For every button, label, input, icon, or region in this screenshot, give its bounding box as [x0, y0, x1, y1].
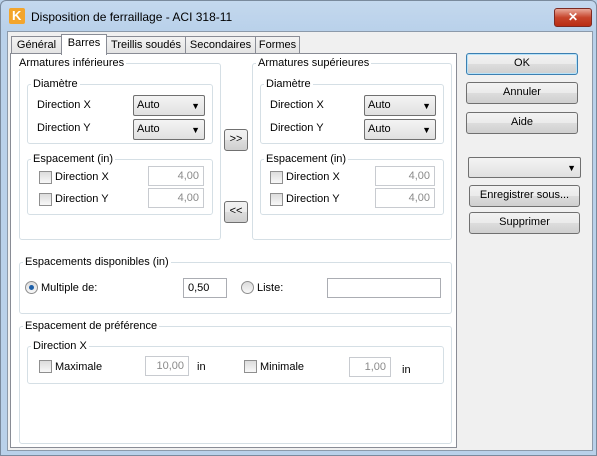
preference-direction-x-title: Direction X — [31, 340, 89, 352]
multiple-de-field[interactable]: 0,50 — [183, 278, 227, 298]
espacement-inf-dir-x-checkbox[interactable] — [39, 171, 52, 184]
preset-select[interactable]: ▼ — [468, 157, 581, 178]
diametre-sup-dir-y-value: Auto — [368, 123, 391, 135]
enregistrer-sous-button[interactable]: Enregistrer sous... — [469, 185, 580, 207]
espacement-inf-dir-y-label: Direction Y — [55, 193, 109, 205]
espacement-inf-dir-x-label: Direction X — [55, 171, 109, 183]
minimale-field[interactable]: 1,00 — [349, 357, 391, 377]
diametre-sup-dir-y-select[interactable]: Auto ▼ — [364, 119, 436, 140]
liste-label: Liste: — [257, 282, 284, 294]
tab-treillis-soudes[interactable]: Treillis soudés — [106, 36, 186, 54]
tab-general[interactable]: Général — [11, 36, 62, 54]
supprimer-button[interactable]: Supprimer — [469, 212, 580, 234]
diametre-inf-dir-x-value: Auto — [137, 99, 160, 111]
diametre-sup-dir-x-select[interactable]: Auto ▼ — [364, 95, 436, 116]
tab-formes[interactable]: Formes — [255, 36, 300, 54]
espacement-sup-title: Espacement (in) — [264, 153, 349, 165]
multiple-de-label: Multiple de: — [41, 282, 98, 294]
maximale-label: Maximale — [55, 361, 103, 373]
dialog-window: Disposition de ferraillage - ACI 318-11 … — [0, 0, 597, 456]
multiple-de-value: 0,50 — [188, 282, 210, 294]
liste-field[interactable] — [327, 278, 441, 298]
tab-barres[interactable]: Barres — [61, 34, 107, 55]
maximale-unit: in — [197, 361, 206, 373]
minimale-label: Minimale — [260, 361, 305, 373]
app-logo-icon — [9, 8, 25, 24]
diametre-inf-title: Diamètre — [31, 78, 80, 90]
espacement-sup-dir-x-label: Direction X — [286, 171, 340, 183]
maximale-checkbox[interactable] — [39, 360, 52, 373]
dropdown-arrow-icon: ▼ — [191, 101, 200, 111]
close-button[interactable]: ✕ — [554, 8, 592, 27]
window-title: Disposition de ferraillage - ACI 318-11 — [31, 10, 233, 24]
espacement-preference-title: Espacement de préférence — [23, 320, 160, 332]
dropdown-arrow-icon: ▼ — [567, 163, 576, 173]
armatures-inferieures-title: Armatures inférieures — [17, 57, 127, 69]
espacement-inf-dir-x-field[interactable]: 4,00 — [148, 166, 204, 186]
espacement-sup-dir-y-field[interactable]: 4,00 — [375, 188, 435, 208]
minimale-value: 1,00 — [364, 361, 386, 373]
espacement-sup-dir-y-label: Direction Y — [286, 193, 340, 205]
tab-secondaires[interactable]: Secondaires — [185, 36, 256, 54]
dialog-body: Général Barres Treillis soudés Secondair… — [7, 31, 593, 451]
espacement-inf-title: Espacement (in) — [31, 153, 116, 165]
ok-button[interactable]: OK — [466, 53, 578, 75]
copy-to-bottom-button[interactable]: << — [224, 201, 248, 223]
diametre-inf-dir-y-select[interactable]: Auto ▼ — [133, 119, 205, 140]
diametre-sup-dir-x-value: Auto — [368, 99, 391, 111]
espacement-inf-dir-y-checkbox[interactable] — [39, 193, 52, 206]
title-bar[interactable]: Disposition de ferraillage - ACI 318-11 … — [1, 1, 596, 31]
diametre-inf-dir-x-select[interactable]: Auto ▼ — [133, 95, 205, 116]
espacement-sup-dir-x-field[interactable]: 4,00 — [375, 166, 435, 186]
diametre-inf-dir-y-label: Direction Y — [37, 122, 91, 134]
espacement-sup-dir-y-value: 4,00 — [408, 192, 430, 204]
diametre-sup-title: Diamètre — [264, 78, 313, 90]
multiple-de-radio[interactable] — [25, 281, 38, 294]
dropdown-arrow-icon: ▼ — [191, 125, 200, 135]
espacement-inf-dir-x-value: 4,00 — [177, 170, 199, 182]
diametre-inf-dir-y-value: Auto — [137, 123, 160, 135]
copy-to-top-button[interactable]: >> — [224, 129, 248, 151]
annuler-button[interactable]: Annuler — [466, 82, 578, 104]
espacement-sup-dir-y-checkbox[interactable] — [270, 193, 283, 206]
espacements-disponibles-title: Espacements disponibles (in) — [23, 256, 171, 268]
diametre-sup-dir-y-label: Direction Y — [270, 122, 324, 134]
espacement-sup-dir-x-value: 4,00 — [408, 170, 430, 182]
maximale-value: 10,00 — [156, 360, 184, 372]
liste-radio[interactable] — [241, 281, 254, 294]
minimale-unit: in — [402, 364, 411, 376]
dropdown-arrow-icon: ▼ — [422, 101, 431, 111]
diametre-inf-dir-x-label: Direction X — [37, 99, 91, 111]
espacement-inf-dir-y-value: 4,00 — [177, 192, 199, 204]
armatures-superieures-title: Armatures supérieures — [256, 57, 372, 69]
dropdown-arrow-icon: ▼ — [422, 125, 431, 135]
diametre-sup-dir-x-label: Direction X — [270, 99, 324, 111]
espacement-sup-dir-x-checkbox[interactable] — [270, 171, 283, 184]
aide-button[interactable]: Aide — [466, 112, 578, 134]
barres-panel: Armatures inférieures Diamètre Direction… — [10, 53, 457, 448]
maximale-field[interactable]: 10,00 — [145, 356, 189, 376]
espacement-inf-dir-y-field[interactable]: 4,00 — [148, 188, 204, 208]
minimale-checkbox[interactable] — [244, 360, 257, 373]
